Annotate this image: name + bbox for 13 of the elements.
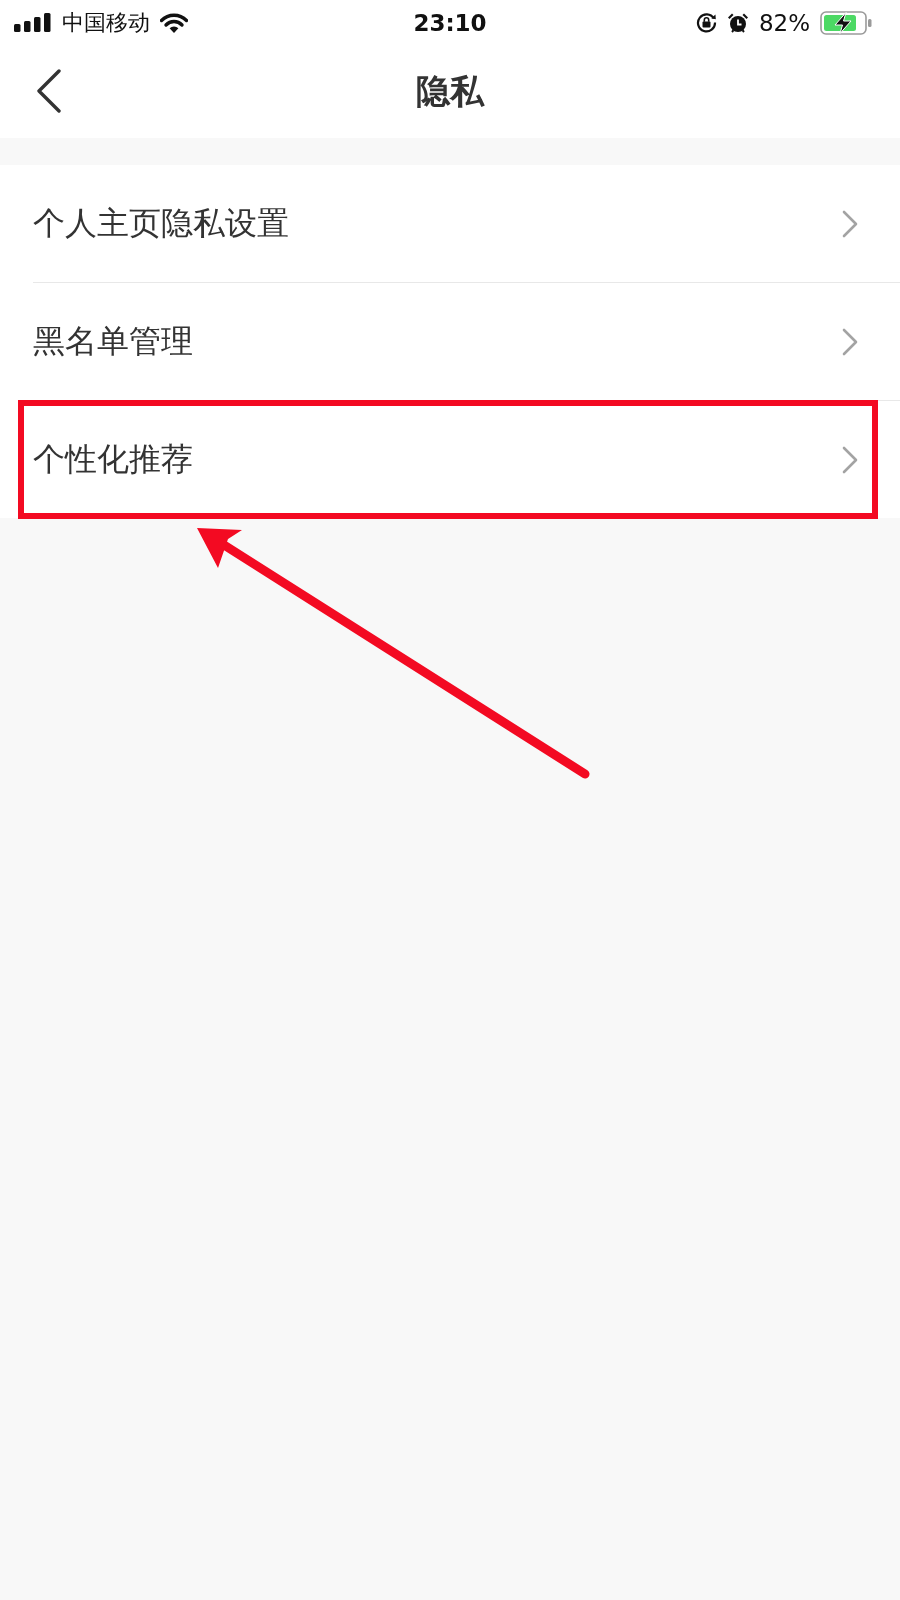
settings-list-item[interactable]: 黑名单管理 bbox=[33, 283, 900, 401]
chevron-right-icon bbox=[842, 209, 858, 238]
settings-list-item[interactable]: 个人主页隐私设置 bbox=[33, 165, 900, 283]
clock-time: 23:10 bbox=[413, 9, 487, 36]
wifi-icon bbox=[160, 12, 188, 33]
settings-list-item[interactable]: 个性化推荐 bbox=[33, 401, 900, 518]
chevron-right-icon bbox=[842, 327, 858, 356]
carrier-name: 中国移动 bbox=[62, 8, 150, 37]
chevron-left-icon bbox=[36, 69, 62, 113]
signal-icon bbox=[14, 13, 52, 32]
page-title: 隐私 bbox=[416, 69, 484, 113]
battery-percent: 82% bbox=[758, 9, 810, 36]
chevron-right-icon bbox=[842, 445, 858, 474]
